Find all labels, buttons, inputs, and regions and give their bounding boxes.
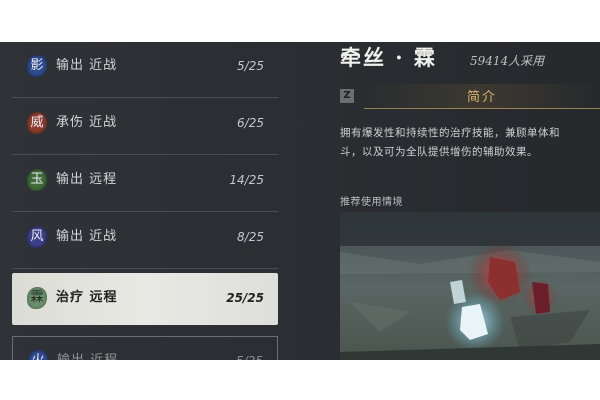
list-item[interactable]: 火 输出 近程 5/25 bbox=[12, 336, 278, 360]
role-label: 输出 远程 bbox=[56, 172, 118, 187]
usage-count: 5/25 bbox=[237, 59, 264, 73]
role-label: 治疗 远程 bbox=[56, 290, 118, 305]
character-badge-icon: 威 bbox=[27, 112, 47, 134]
skill-preview-image bbox=[340, 212, 600, 360]
character-badge-icon: 霖 bbox=[27, 287, 47, 309]
usage-count: 8/25 bbox=[237, 230, 264, 244]
list-item[interactable]: 威 承伤 近战 6/25 bbox=[12, 99, 278, 155]
character-list: 影 输出 近战 5/25 威 承伤 近战 6/25 玉 输出 远程 14/25 … bbox=[0, 42, 282, 360]
recommend-label: 推荐使用情境 bbox=[340, 197, 403, 208]
role-label: 输出 近战 bbox=[56, 229, 118, 244]
list-item-selected[interactable]: 霖 治疗 远程 25/25 bbox=[12, 273, 278, 325]
list-item[interactable]: 风 输出 近战 8/25 bbox=[12, 213, 278, 269]
role-label: 输出 近程 bbox=[57, 350, 118, 360]
usage-count: 25/25 bbox=[226, 291, 264, 305]
character-badge-icon: 玉 bbox=[27, 169, 47, 191]
list-item[interactable]: 玉 输出 远程 14/25 bbox=[12, 156, 278, 212]
usage-count: 6/25 bbox=[237, 116, 264, 130]
role-label: 承伤 近战 bbox=[56, 115, 118, 130]
list-item[interactable]: 影 输出 近战 5/25 bbox=[12, 42, 278, 98]
tab-intro[interactable]: 简介 bbox=[364, 84, 600, 109]
description-line: 斗，以及可为全队提供增伤的辅助效果。 bbox=[340, 146, 538, 158]
character-title: 牵丝 · 霖 bbox=[340, 45, 437, 70]
usage-count: 14/25 bbox=[229, 173, 264, 187]
character-badge-icon: 风 bbox=[27, 226, 47, 248]
role-label: 输出 近战 bbox=[56, 58, 118, 73]
character-badge-icon: 火 bbox=[28, 350, 48, 360]
key-hint-icon: Z bbox=[340, 89, 354, 103]
tab-intro-label: 简介 bbox=[466, 90, 497, 105]
character-badge-icon: 影 bbox=[27, 55, 47, 77]
usage-count: 5/25 bbox=[236, 350, 263, 360]
description-line: 拥有爆发性和持续性的治疗技能，兼顾单体和 bbox=[340, 127, 560, 139]
character-detail-panel: 牵丝 · 霖 59414人采用 Z 简介 拥有爆发性和持续性的治疗技能，兼顾单体… bbox=[282, 42, 600, 360]
game-screen: 影 输出 近战 5/25 威 承伤 近战 6/25 玉 输出 远程 14/25 … bbox=[0, 42, 600, 360]
adoption-count: 59414人采用 bbox=[470, 54, 545, 68]
character-description: 拥有爆发性和持续性的治疗技能，兼顾单体和 斗，以及可为全队提供增伤的辅助效果。 bbox=[340, 124, 600, 162]
